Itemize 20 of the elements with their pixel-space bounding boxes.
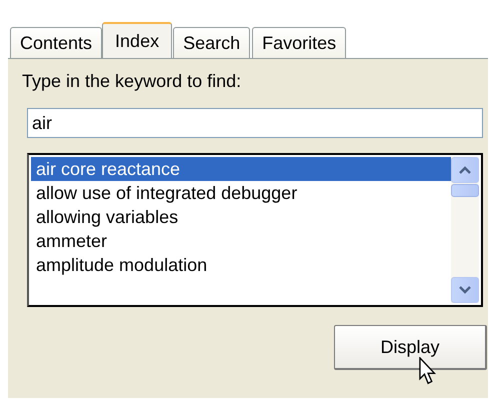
- index-list[interactable]: air core reactance allow use of integrated debugger allowing variables ammeter amplitude modulation: [27, 153, 483, 307]
- scroll-thumb[interactable]: [451, 184, 479, 197]
- list-item[interactable]: ammeter: [31, 229, 451, 253]
- tab[interactable]: Favorites: [252, 27, 346, 58]
- tab[interactable]: Contents: [10, 27, 102, 58]
- list-item[interactable]: amplitude modulation: [31, 253, 451, 277]
- scrollbar[interactable]: [451, 157, 479, 303]
- cursor-icon: [419, 357, 439, 386]
- tab[interactable]: Search: [173, 27, 250, 58]
- chevron-up-icon: [459, 166, 471, 174]
- list-item[interactable]: allowing variables: [31, 205, 451, 229]
- keyword-field[interactable]: air: [27, 108, 483, 138]
- chevron-down-icon: [459, 286, 471, 294]
- list-item[interactable]: air core reactance: [31, 157, 451, 181]
- scroll-down-button[interactable]: [451, 277, 479, 303]
- keyword-label: Type in the keyword to find:: [22, 71, 242, 92]
- scroll-up-button[interactable]: [451, 157, 479, 183]
- display-button[interactable]: Display: [334, 325, 487, 370]
- tab[interactable]: Index: [102, 22, 172, 58]
- list-item[interactable]: allow use of integrated debugger: [31, 181, 451, 205]
